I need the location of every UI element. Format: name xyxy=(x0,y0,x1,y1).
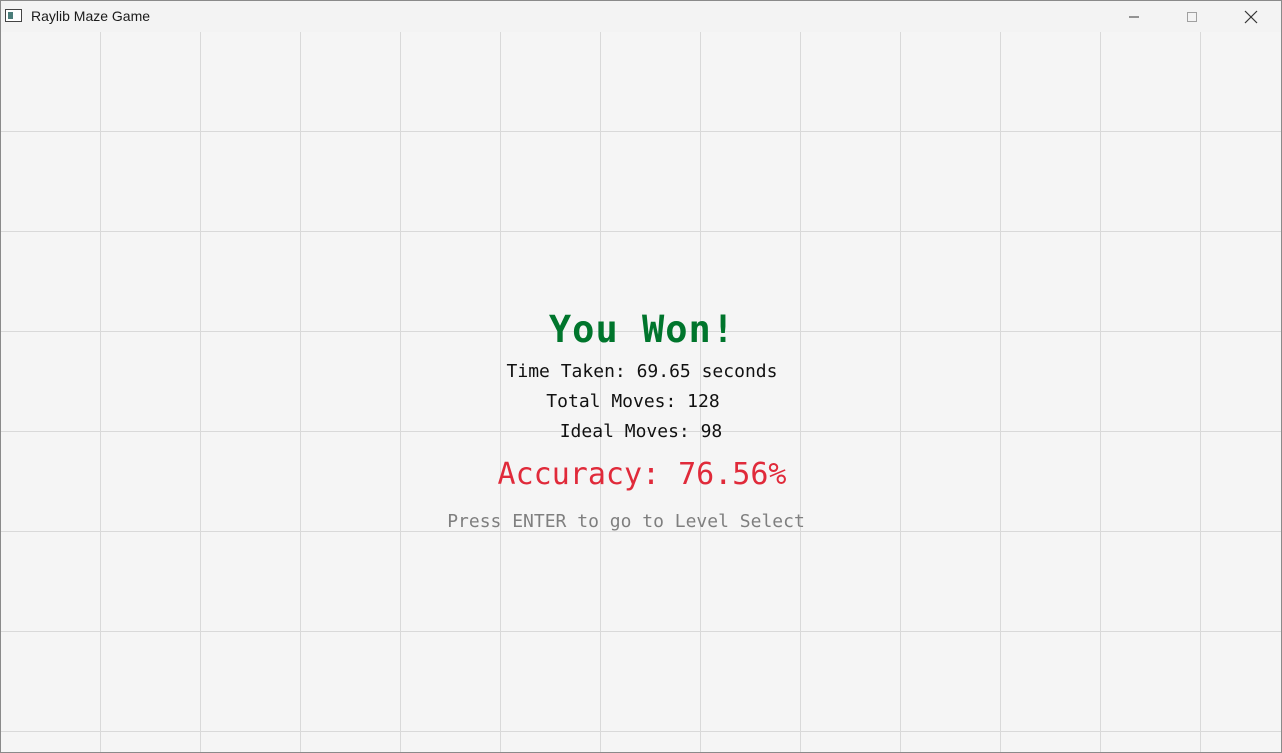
app-icon xyxy=(5,9,22,22)
title-bar[interactable]: Raylib Maze Game xyxy=(1,1,1281,32)
minimize-icon xyxy=(1129,16,1139,17)
maximize-icon xyxy=(1187,11,1197,22)
app-window: Raylib Maze Game You Won! Time Taken: 69… xyxy=(0,0,1282,753)
close-button[interactable] xyxy=(1222,1,1280,32)
total-moves-text: Total Moves: 128 xyxy=(546,391,720,412)
ideal-moves-text: Ideal Moves: 98 xyxy=(559,421,723,442)
close-icon xyxy=(1244,10,1258,23)
win-heading: You Won! xyxy=(548,308,736,351)
minimize-button[interactable] xyxy=(1105,1,1163,32)
game-canvas: You Won! Time Taken: 69.65 seconds Total… xyxy=(1,32,1281,752)
window-title: Raylib Maze Game xyxy=(31,8,151,24)
time-taken-text: Time Taken: 69.65 seconds xyxy=(506,361,778,382)
accuracy-text: Accuracy: 76.56% xyxy=(497,457,787,492)
maximize-button[interactable] xyxy=(1163,1,1221,32)
level-select-prompt: Press ENTER to go to Level Select xyxy=(447,511,805,532)
